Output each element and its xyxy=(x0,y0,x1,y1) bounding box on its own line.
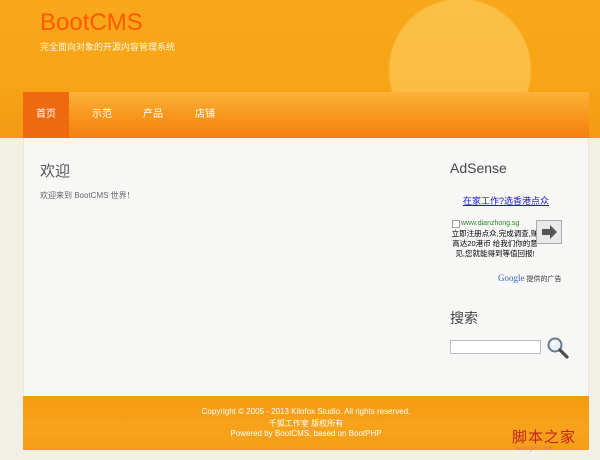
adsense-box: 在家工作?选香港点众 www.dianzhong.sg 立即注册点众,完成调查,… xyxy=(450,196,568,296)
welcome-text: 欢迎来到 BootCMS 世界！ xyxy=(40,191,135,200)
watermark-url: www.jb51.net xyxy=(516,446,552,452)
site-slogan: 完全面向对象的开源内容管理系统 xyxy=(40,42,176,52)
nav-item-products[interactable]: 产品 xyxy=(130,92,176,138)
watermark-logo: 脚本之家 xyxy=(512,428,577,446)
ad-description: 立即注册点众,完成调查,赚高达20港币 给我们你的意见,您就能得到等值回报! xyxy=(451,229,539,258)
google-logo: Google xyxy=(498,273,525,283)
search-title: 搜索 xyxy=(450,310,478,326)
nav-item-shop[interactable]: 店铺 xyxy=(182,92,228,138)
nav-item-demo[interactable]: 示范 xyxy=(79,92,125,138)
footer-studio: 千狐工作室 版权所有 xyxy=(268,419,344,428)
nav-item-home[interactable]: 首页 xyxy=(23,92,69,138)
site-footer: Copyright © 2005 - 2013 Kilofox Studio. … xyxy=(23,396,589,450)
ad-link[interactable]: 在家工作?选香港点众 xyxy=(450,196,562,207)
main-nav: 首页 示范 产品 店铺 xyxy=(23,92,589,138)
ad-provider: Google 提供的广告 xyxy=(498,273,561,284)
site-title[interactable]: BootCMS xyxy=(40,9,143,37)
search-input[interactable] xyxy=(450,340,541,354)
footer-powered: Powered by BootCMS, based on BootPHP xyxy=(230,429,382,438)
arrow-right-icon[interactable] xyxy=(536,220,562,244)
adsense-title: AdSense xyxy=(450,160,507,176)
ad-provider-text: 提供的广告 xyxy=(526,276,562,283)
page-title: 欢迎 xyxy=(40,163,71,180)
search-icon[interactable] xyxy=(546,336,570,360)
ad-url[interactable]: www.dianzhong.sg xyxy=(461,220,519,227)
ad-checkbox-icon xyxy=(452,220,460,228)
content-area: 欢迎 欢迎来到 BootCMS 世界！ AdSense 在家工作?选香港点众 w… xyxy=(23,138,589,396)
footer-copyright: Copyright © 2005 - 2013 Kilofox Studio. … xyxy=(201,407,411,416)
